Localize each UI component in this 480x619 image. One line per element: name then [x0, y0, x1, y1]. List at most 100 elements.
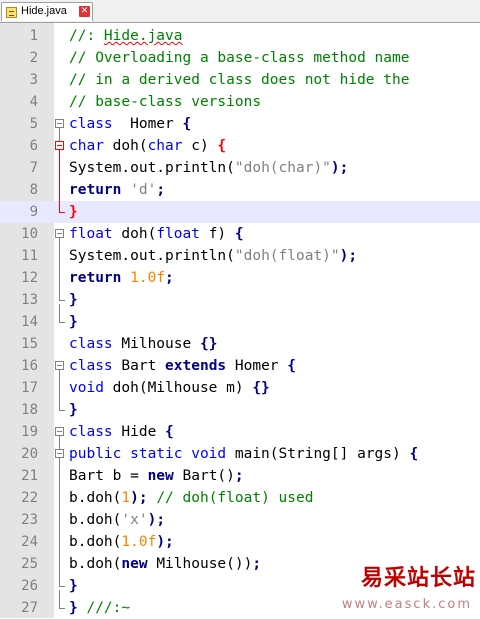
fold-toggle-icon[interactable]: [55, 427, 64, 436]
code-token: b.doh(: [69, 490, 122, 506]
fold-end-marker: [59, 608, 65, 609]
line-number: 9: [29, 204, 38, 220]
code-token: return: [69, 270, 122, 286]
code-token: b.doh(: [69, 512, 122, 528]
line-number: 24: [21, 534, 38, 550]
close-icon[interactable]: ✕: [79, 6, 90, 17]
line-number: 8: [29, 182, 38, 198]
code-text: b.doh(new Milhouse());: [69, 553, 261, 575]
line-number: 21: [21, 468, 38, 484]
code-line[interactable]: 16 class Bart extends Homer {: [0, 355, 480, 377]
code-text: }: [69, 399, 78, 421]
code-text: } ///:~: [69, 597, 130, 619]
code-line[interactable]: 11 System.out.println("doh(float)");: [0, 245, 480, 267]
tab-bar: Hide.java ✕: [0, 0, 480, 23]
code-line[interactable]: 14}: [0, 311, 480, 333]
code-text: }: [69, 311, 78, 333]
code-line[interactable]: 17 void doh(Milhouse m) {}: [0, 377, 480, 399]
tab-hide-java[interactable]: Hide.java ✕: [1, 2, 93, 21]
code-token: }: [69, 402, 78, 418]
fold-line: [59, 238, 60, 300]
line-number: 4: [29, 94, 38, 110]
code-token: System.out.println(: [69, 248, 235, 264]
code-line[interactable]: 19 class Hide {: [0, 421, 480, 443]
fold-toggle-icon[interactable]: [55, 141, 64, 150]
line-number: 1: [29, 28, 38, 44]
code-token: b.doh(: [69, 556, 122, 572]
code-text: void doh(Milhouse m) {}: [69, 377, 270, 399]
code-editor[interactable]: 1 //: Hide.java 2 // Overloading a base-cla…: [0, 25, 480, 619]
line-number: 3: [29, 72, 38, 88]
code-line[interactable]: 20 public static void main(String[] args)…: [0, 443, 480, 465]
code-token: );: [339, 248, 358, 264]
code-line[interactable]: 15 class Milhouse {}: [0, 333, 480, 355]
code-text: b.doh('x');: [69, 509, 165, 531]
code-line[interactable]: 6 char doh(char c) {: [0, 135, 480, 157]
fold-line: [59, 458, 60, 586]
code-line[interactable]: 13}: [0, 289, 480, 311]
code-text: //: Hide.java: [69, 25, 183, 47]
line-number: 14: [21, 314, 38, 330]
code-token: Bart(): [173, 468, 235, 484]
code-token: }: [69, 578, 78, 594]
line-number: 7: [29, 160, 38, 176]
code-token: ///:~: [77, 600, 131, 616]
code-text: return 1.0f;: [69, 267, 174, 289]
code-token: {: [287, 358, 296, 374]
code-line[interactable]: 8 return 'd';: [0, 179, 480, 201]
line-number: 5: [29, 116, 38, 132]
code-line[interactable]: 9}: [0, 201, 480, 223]
code-line[interactable]: 23 b.doh('x');: [0, 509, 480, 531]
code-line[interactable]: 22 b.doh(1); // doh(float) used: [0, 487, 480, 509]
code-line[interactable]: 4 // base-class versions: [0, 91, 480, 113]
code-line[interactable]: 7 System.out.println("doh(char)");: [0, 157, 480, 179]
code-token: class: [69, 358, 113, 374]
code-line[interactable]: 5 class Homer {: [0, 113, 480, 135]
code-token: class: [69, 116, 113, 132]
code-line[interactable]: 24 b.doh(1.0f);: [0, 531, 480, 553]
code-token: ;: [165, 270, 174, 286]
code-line[interactable]: 21 Bart b = new Bart();: [0, 465, 480, 487]
code-token: Milhouse: [112, 336, 200, 352]
fold-toggle-icon[interactable]: [55, 361, 64, 370]
code-line[interactable]: 2 // Overloading a base-class method name: [0, 47, 480, 69]
code-token: public static void: [69, 446, 227, 462]
fold-end-marker: [59, 586, 65, 587]
code-line[interactable]: 3 // in a derived class does not hide the: [0, 69, 480, 91]
code-token: char: [147, 138, 183, 154]
fold-toggle-icon[interactable]: [55, 449, 64, 458]
code-text: // Overloading a base-class method name: [69, 47, 409, 69]
code-token: 'd': [130, 182, 157, 198]
code-token: ;: [156, 182, 166, 198]
code-token: char: [69, 138, 104, 154]
code-text: class Milhouse {}: [69, 333, 217, 355]
code-token: );: [147, 512, 166, 528]
code-token: extends: [165, 358, 227, 374]
code-text: // base-class versions: [69, 91, 261, 113]
code-line[interactable]: 10 float doh(float f) {: [0, 223, 480, 245]
line-number: 16: [21, 358, 38, 374]
code-token: {: [234, 226, 244, 242]
code-token: // in a derived class does not hide the: [69, 72, 410, 88]
code-token: // base-class versions: [69, 94, 262, 110]
code-token: main(String[] args): [226, 446, 410, 462]
code-token: ;: [252, 556, 262, 572]
code-token: ;: [234, 468, 244, 484]
code-text: System.out.println("doh(float)");: [69, 245, 357, 267]
code-line[interactable]: 18}: [0, 399, 480, 421]
code-token: Hide.java: [103, 28, 183, 44]
fold-line: [59, 590, 60, 608]
line-number: 10: [21, 226, 38, 242]
code-token: return: [69, 182, 122, 198]
fold-toggle-icon[interactable]: [55, 229, 64, 238]
code-token: {: [217, 138, 227, 154]
code-text: return 'd';: [69, 179, 165, 201]
fold-toggle-icon[interactable]: [55, 119, 64, 128]
code-line[interactable]: 1 //: Hide.java: [0, 25, 480, 47]
code-token: 'x': [121, 512, 148, 528]
code-token: //:: [69, 28, 104, 44]
code-token: Milhouse()): [147, 556, 253, 572]
code-token: new: [147, 468, 174, 484]
code-token: {}: [252, 380, 270, 396]
code-line[interactable]: 12 return 1.0f;: [0, 267, 480, 289]
